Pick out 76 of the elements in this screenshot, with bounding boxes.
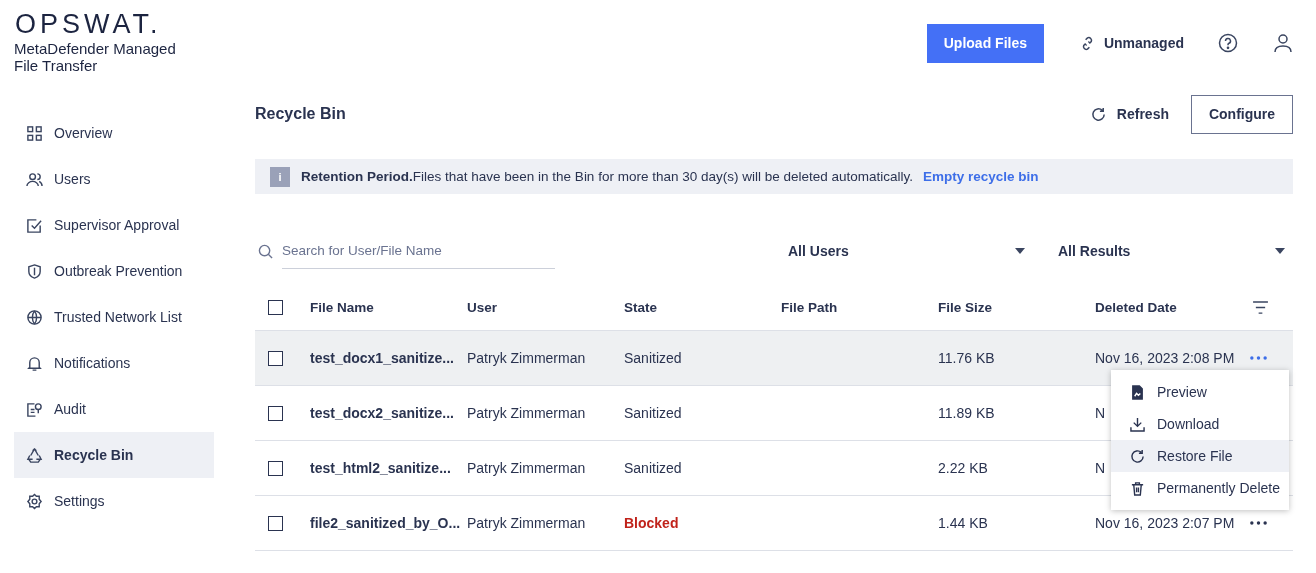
product-name: MetaDefender Managed File Transfer — [14, 40, 177, 74]
more-options-icon[interactable] — [1249, 521, 1268, 525]
results-dropdown[interactable]: All Results — [1058, 243, 1285, 259]
column-header: File Size — [938, 300, 994, 315]
bell-icon — [26, 354, 43, 372]
configure-button[interactable]: Configure — [1191, 94, 1293, 134]
sidebar-item[interactable]: Users — [14, 156, 214, 202]
column-header: State — [624, 300, 658, 315]
column-header: User — [467, 300, 499, 315]
menu-item[interactable]: Download — [1111, 408, 1289, 440]
settings-icon — [26, 492, 43, 510]
caret-icon — [1015, 248, 1025, 254]
row-checkbox[interactable] — [268, 515, 283, 531]
deleted-date-cell-text: Nov 16, 2023 2:08 PM — [1095, 350, 1236, 366]
column-header: File Name — [310, 300, 375, 315]
sidebar-item[interactable]: Recycle Bin — [14, 432, 214, 478]
user-cell-text: Patryk Zimmerman — [467, 405, 587, 421]
sidebar-item[interactable]: Audit — [14, 386, 214, 432]
grid-icon — [26, 124, 43, 142]
upload-files-button[interactable]: Upload Files — [926, 23, 1044, 63]
sidebar-item[interactable]: Trusted Network List — [14, 294, 214, 340]
info-icon: i — [270, 166, 290, 187]
deleted-date-cell-text: N — [1095, 460, 1107, 476]
users-dropdown[interactable]: All Users — [788, 243, 1025, 259]
filter-icon[interactable] — [1252, 301, 1269, 314]
sidebar-item[interactable]: Outbreak Prevention — [14, 248, 214, 294]
unmanaged-link[interactable]: Unmanaged — [1079, 35, 1184, 51]
notice-text: Retention Period.Files that have been in the Bin for more than 30 day(s) will be deleted automatically. — [301, 169, 914, 184]
row-checkbox[interactable] — [268, 405, 283, 421]
table-row[interactable]: test_docx1_sanitize... Patryk Zimmerman Sanitized 11.76 KB Nov 16, 2023 2:08 PM — [255, 331, 1293, 386]
trash-icon — [1130, 480, 1145, 496]
sidebar-item[interactable]: Overview — [14, 110, 214, 156]
file-size-cell-text: 2.22 KB — [938, 460, 989, 476]
audit-icon — [26, 400, 43, 418]
file-name-cell-text: file2_sanitized_by_O... — [310, 515, 462, 531]
deleted-date-cell-text: Nov 16, 2023 2:07 PM — [1095, 515, 1236, 531]
file-size-cell-text: 11.89 KB — [938, 405, 996, 421]
file-name-cell-text: test_docx2_sanitize... — [310, 405, 455, 421]
state-cell-text: Sanitized — [624, 350, 683, 366]
sidebar-item[interactable]: Supervisor Approval — [14, 202, 214, 248]
state-cell-text: Sanitized — [624, 460, 683, 476]
recycle-icon — [26, 446, 43, 464]
file-size-cell-text: 1.44 KB — [938, 515, 989, 531]
search-icon — [258, 243, 273, 259]
state-cell-text: Blocked — [624, 515, 680, 531]
file-name-cell-text: test_docx1_sanitize... — [310, 350, 455, 366]
sidebar-item[interactable]: Notifications — [14, 340, 214, 386]
file-size-cell-text: 11.76 KB — [938, 350, 996, 366]
menu-item[interactable]: Restore File — [1111, 440, 1289, 472]
column-header: File Path — [781, 300, 839, 315]
row-checkbox[interactable] — [268, 460, 283, 476]
user-cell-text: Patryk Zimmerman — [467, 515, 587, 531]
shield-icon — [26, 262, 43, 280]
deleted-date-cell-text: N — [1095, 405, 1107, 421]
approve-icon — [26, 216, 43, 234]
user-cell-text: Patryk Zimmerman — [467, 460, 587, 476]
help-icon[interactable] — [1218, 33, 1238, 53]
refresh-icon — [1130, 448, 1145, 464]
users-icon — [26, 170, 43, 188]
file-name-cell-text: test_html2_sanitize... — [310, 460, 452, 476]
column-header: Deleted Date — [1095, 300, 1178, 315]
select-all-checkbox[interactable] — [268, 300, 283, 315]
sidebar-item[interactable]: Settings — [14, 478, 214, 524]
globe-icon — [26, 308, 43, 326]
page-title: Recycle Bin — [255, 105, 347, 123]
refresh-button[interactable]: Refresh — [1089, 105, 1169, 123]
row-checkbox[interactable] — [268, 350, 283, 366]
user-cell-text: Patryk Zimmerman — [467, 350, 587, 366]
caret-icon — [1275, 248, 1285, 254]
state-cell-text: Sanitized — [624, 405, 683, 421]
document-icon — [1130, 384, 1145, 400]
refresh-icon — [1089, 105, 1107, 123]
user-icon[interactable] — [1273, 33, 1293, 53]
empty-recycle-bin-link[interactable]: Empty recycle bin — [923, 169, 1039, 184]
download-icon — [1130, 416, 1145, 432]
logo: OPSWAT. — [15, 10, 163, 38]
